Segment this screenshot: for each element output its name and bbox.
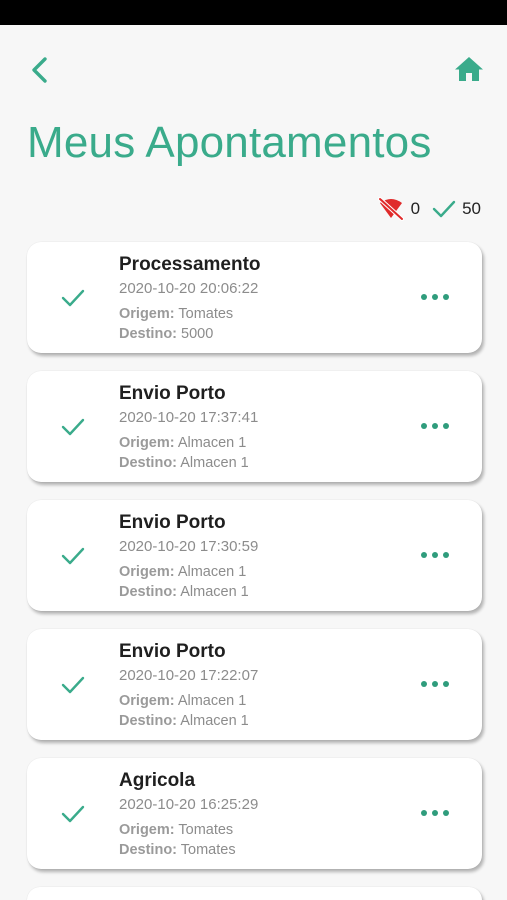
destination-label: Destino: xyxy=(119,713,177,729)
record-datetime: 2020-10-20 17:22:07 xyxy=(119,667,259,684)
synced-check-icon xyxy=(61,289,85,307)
dot-icon xyxy=(421,681,427,687)
record-title: Processamento xyxy=(119,254,261,275)
destination-value: 5000 xyxy=(181,326,214,342)
dot-icon xyxy=(432,552,438,558)
home-button[interactable] xyxy=(452,54,486,84)
record-title: Envio Porto xyxy=(119,641,226,662)
record-destination: Destino: Almacen 1 xyxy=(119,713,249,729)
record-origin: Origem: Almacen 1 xyxy=(119,435,246,451)
dot-icon xyxy=(421,423,427,429)
more-options-button[interactable] xyxy=(421,679,449,689)
dot-icon xyxy=(443,681,449,687)
record-origin: Origem: Tomates xyxy=(119,306,233,322)
dot-icon xyxy=(432,810,438,816)
record-title: Agricola xyxy=(119,770,196,791)
record-card[interactable]: Envio Porto 2020-10-20 17:22:07 Origem: … xyxy=(27,629,482,740)
record-destination: Destino: 5000 xyxy=(119,326,213,342)
synced-count: 50 xyxy=(462,199,481,218)
dot-icon xyxy=(432,294,438,300)
destination-value: Almacen 1 xyxy=(180,584,249,600)
dot-icon xyxy=(443,423,449,429)
synced-check-icon xyxy=(61,547,85,565)
origin-label: Origem: xyxy=(119,306,175,322)
more-options-button[interactable] xyxy=(421,550,449,560)
offline-count: 0 xyxy=(410,199,421,218)
origin-label: Origem: xyxy=(119,564,175,580)
origin-label: Origem: xyxy=(119,435,175,451)
status-bar xyxy=(0,0,507,25)
top-navigation xyxy=(0,25,507,115)
record-destination: Destino: Tomates xyxy=(119,842,236,858)
record-origin: Origem: Almacen 1 xyxy=(119,564,246,580)
origin-label: Origem: xyxy=(119,693,175,709)
wifi-off-icon xyxy=(377,197,405,221)
dot-icon xyxy=(421,810,427,816)
destination-label: Destino: xyxy=(119,584,177,600)
synced-check-icon xyxy=(61,418,85,436)
destination-value: Tomates xyxy=(180,842,236,858)
record-destination: Destino: Almacen 1 xyxy=(119,584,249,600)
more-options-button[interactable] xyxy=(421,421,449,431)
chevron-left-icon xyxy=(32,57,47,83)
sync-counters: 0 50 xyxy=(377,196,481,222)
dot-icon xyxy=(443,552,449,558)
dot-icon xyxy=(421,552,427,558)
record-datetime: 2020-10-20 16:25:29 xyxy=(119,796,259,813)
record-destination: Destino: Almacen 1 xyxy=(119,455,249,471)
dot-icon xyxy=(432,681,438,687)
record-card[interactable]: Processamento 2020-10-20 20:06:22 Origem… xyxy=(27,242,482,353)
destination-label: Destino: xyxy=(119,326,177,342)
record-card[interactable]: Envio Porto 2020-10-20 17:37:41 Origem: … xyxy=(27,371,482,482)
origin-value: Tomates xyxy=(178,822,234,838)
record-card[interactable]: Agricola 2020-10-20 16:25:29 Origem: Tom… xyxy=(27,758,482,869)
dot-icon xyxy=(443,294,449,300)
record-origin: Origem: Tomates xyxy=(119,822,233,838)
dot-icon xyxy=(443,810,449,816)
record-card[interactable]: Envio Porto 2020-10-20 17:30:59 Origem: … xyxy=(27,500,482,611)
record-origin: Origem: Almacen 1 xyxy=(119,693,246,709)
destination-label: Destino: xyxy=(119,842,177,858)
record-datetime: 2020-10-20 17:37:41 xyxy=(119,409,259,426)
page-title: Meus Apontamentos xyxy=(27,118,432,167)
synced-check-icon xyxy=(61,676,85,694)
record-datetime: 2020-10-20 17:30:59 xyxy=(119,538,259,555)
synced-check-icon xyxy=(61,805,85,823)
record-title: Envio Porto xyxy=(119,383,226,404)
origin-value: Almacen 1 xyxy=(177,564,247,580)
origin-label: Origem: xyxy=(119,822,175,838)
origin-value: Tomates xyxy=(178,306,234,322)
record-datetime: 2020-10-20 20:06:22 xyxy=(119,280,259,297)
dot-icon xyxy=(421,294,427,300)
origin-value: Almacen 1 xyxy=(177,693,247,709)
home-icon xyxy=(455,57,483,81)
record-title: Envio Porto xyxy=(119,512,226,533)
back-button[interactable] xyxy=(24,55,54,85)
destination-value: Almacen 1 xyxy=(180,455,249,471)
dot-icon xyxy=(432,423,438,429)
more-options-button[interactable] xyxy=(421,808,449,818)
more-options-button[interactable] xyxy=(421,292,449,302)
destination-label: Destino: xyxy=(119,455,177,471)
destination-value: Almacen 1 xyxy=(180,713,249,729)
check-icon xyxy=(432,200,456,218)
origin-value: Almacen 1 xyxy=(177,435,247,451)
record-card[interactable] xyxy=(27,887,482,900)
